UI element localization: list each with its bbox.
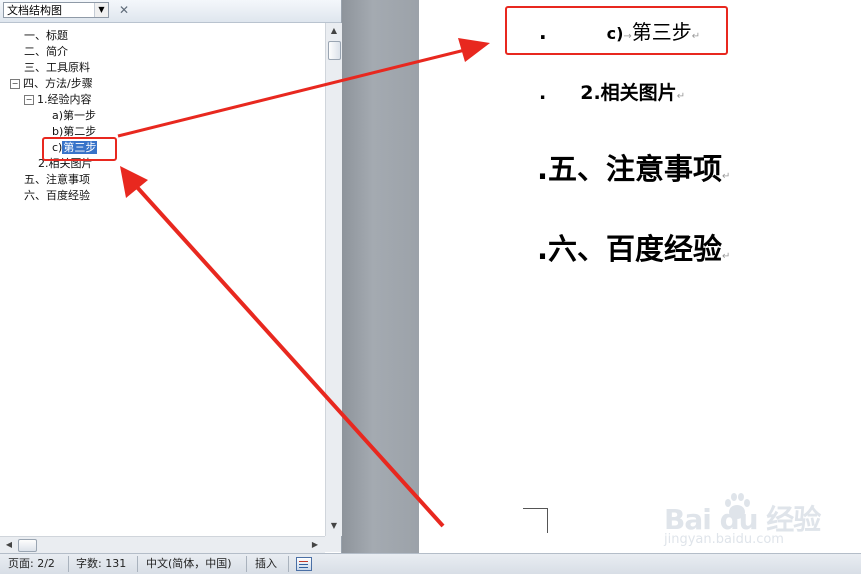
status-divider bbox=[288, 556, 289, 572]
document-background bbox=[342, 0, 419, 553]
tree-item-tools[interactable]: 三、工具原料 bbox=[24, 60, 90, 76]
status-language[interactable]: 中文(简体，中国) bbox=[146, 554, 232, 574]
doc-heading-baidu[interactable]: .六、百度经验↵ bbox=[537, 226, 730, 268]
doc-bullet: . bbox=[537, 152, 549, 186]
collapse-toggle-icon[interactable]: − bbox=[24, 95, 34, 105]
tree-item-steps[interactable]: − 四、方法/步骤 bbox=[10, 76, 93, 92]
highlight-box-document bbox=[505, 6, 728, 55]
tree-item-title[interactable]: 一、标题 bbox=[24, 28, 68, 44]
vertical-scrollbar[interactable]: ▲ ▼ bbox=[325, 23, 342, 536]
doc-heading-prefix: 2. bbox=[580, 82, 601, 104]
status-divider bbox=[246, 556, 247, 572]
status-divider bbox=[68, 556, 69, 572]
scroll-right-icon[interactable]: ▶ bbox=[309, 539, 321, 551]
baidu-watermark: Bai du 经验 jingyan.baidu.com bbox=[664, 493, 854, 554]
tree-item-label: 六、百度经验 bbox=[24, 189, 90, 202]
scroll-up-icon[interactable]: ▲ bbox=[328, 25, 340, 37]
doc-heading-text: 五、注意事项 bbox=[548, 152, 723, 186]
tree-item-label: 五、注意事项 bbox=[24, 173, 90, 186]
tree-item-label: a)第一步 bbox=[52, 109, 97, 122]
document-map-pane: 文档结构图 ▼ ✕ 一、标题 二、简介 三、工具原料 − 四、方法/步骤 −1.经… bbox=[0, 0, 342, 553]
tree-item-step-1[interactable]: a)第一步 bbox=[52, 108, 96, 124]
baidu-paw-icon bbox=[725, 493, 750, 519]
tree-item-label: 四、方法/步骤 bbox=[23, 77, 93, 90]
tree-item-notes[interactable]: 五、注意事项 bbox=[24, 172, 90, 188]
scroll-down-icon[interactable]: ▼ bbox=[328, 520, 340, 532]
tree-item-intro[interactable]: 二、简介 bbox=[24, 44, 68, 60]
macro-record-icon[interactable] bbox=[296, 557, 312, 571]
paragraph-mark-icon: ↵ bbox=[676, 91, 686, 102]
vertical-scroll-thumb[interactable] bbox=[328, 41, 341, 60]
scrollbar-corner bbox=[325, 536, 341, 552]
status-insert-mode[interactable]: 插入 bbox=[255, 554, 277, 574]
tree-item-label: 一、标题 bbox=[24, 29, 68, 42]
highlight-box-tree bbox=[42, 137, 117, 161]
doc-heading-text: 六、百度经验 bbox=[548, 232, 723, 266]
doc-bullet: . bbox=[537, 232, 549, 266]
watermark-site: jingyan.baidu.com bbox=[664, 532, 784, 547]
horizontal-scrollbar[interactable]: ◀ ▶ bbox=[0, 536, 325, 553]
doc-heading-notes[interactable]: .五、注意事项↵ bbox=[537, 146, 730, 188]
document-map-dropdown-value: 文档结构图 bbox=[7, 4, 62, 17]
status-divider bbox=[137, 556, 138, 572]
tree-item-experience[interactable]: −1.经验内容 bbox=[24, 92, 92, 108]
close-icon[interactable]: ✕ bbox=[117, 3, 131, 17]
horizontal-scroll-thumb[interactable] bbox=[18, 539, 37, 552]
tree-item-label: 1.经验内容 bbox=[37, 93, 92, 106]
document-map-tree: 一、标题 二、简介 三、工具原料 − 四、方法/步骤 −1.经验内容 a)第一步 … bbox=[0, 23, 325, 536]
document-map-dropdown[interactable]: 文档结构图 ▼ bbox=[3, 2, 109, 18]
tree-item-label: 二、简介 bbox=[24, 45, 68, 58]
paragraph-mark-icon: ↵ bbox=[722, 171, 731, 182]
doc-heading-text: 相关图片 bbox=[600, 82, 677, 104]
document-map-header: 文档结构图 ▼ ✕ bbox=[0, 0, 341, 23]
collapse-toggle-icon[interactable]: − bbox=[10, 79, 20, 89]
tree-item-baidu[interactable]: 六、百度经验 bbox=[24, 188, 90, 204]
chevron-down-icon[interactable]: ▼ bbox=[94, 3, 108, 17]
status-word-count[interactable]: 字数: 131 bbox=[76, 554, 126, 574]
status-bar: 页面: 2/2 字数: 131 中文(简体，中国) 插入 bbox=[0, 553, 861, 574]
document-page[interactable]: . c)→第三步↵ . 2.相关图片↵ .五、注意事项↵ .六、百度经验↵ bbox=[419, 0, 861, 553]
doc-heading-images[interactable]: . 2.相关图片↵ bbox=[539, 78, 685, 105]
scroll-left-icon[interactable]: ◀ bbox=[3, 539, 15, 551]
tree-item-label: 三、工具原料 bbox=[24, 61, 90, 74]
doc-bullet: . bbox=[539, 82, 547, 104]
status-page[interactable]: 页面: 2/2 bbox=[8, 554, 55, 574]
paragraph-mark-icon: ↵ bbox=[722, 251, 731, 262]
page-corner-mark bbox=[523, 508, 548, 533]
